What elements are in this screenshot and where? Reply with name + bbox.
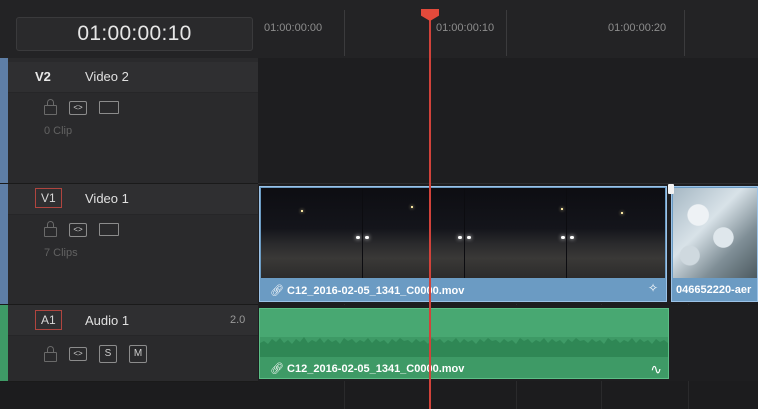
clip-count: 0 Clip	[44, 125, 73, 137]
track-header-a1: A1 Audio 1 2.0 <> S M	[0, 305, 258, 382]
playhead-line[interactable]	[429, 14, 431, 409]
link-icon: 🔗︎	[270, 285, 284, 297]
ruler-tick	[506, 10, 507, 56]
clip-name: 046652220-aer	[676, 284, 752, 296]
audio-clip[interactable]: 🔗︎ C12_2016-02-05_1341_C0000.mov ∿	[259, 308, 669, 379]
video-clip[interactable]: 🔗︎ C12_2016-02-05_1341_C0000.mov ✧	[259, 186, 667, 302]
solo-button[interactable]: S	[99, 345, 117, 363]
channel-format: 2.0	[230, 314, 246, 326]
lock-icon[interactable]	[44, 221, 57, 237]
timecode-panel: 01:00:00:10	[0, 0, 258, 58]
curve-icon[interactable]: ∿	[650, 361, 662, 378]
track-accent	[0, 305, 8, 381]
timecode-display[interactable]: 01:00:00:10	[16, 17, 253, 51]
track-name[interactable]: Video 2	[85, 69, 129, 84]
lock-icon[interactable]	[44, 99, 57, 115]
track-header-v2: V2 Video 2 <> 0 Clip	[0, 58, 258, 184]
film-strip-icon[interactable]	[99, 223, 119, 236]
film-strip-icon[interactable]	[99, 101, 119, 114]
clip-count: 7 Clips	[44, 247, 78, 259]
clip-thumbnail	[261, 188, 665, 278]
track-name[interactable]: Audio 1	[85, 313, 129, 328]
auto-select-icon[interactable]: <>	[69, 222, 87, 237]
link-icon: 🔗︎	[270, 363, 284, 375]
audio-waveform	[260, 337, 668, 357]
clip-edit-handle[interactable]	[668, 184, 674, 194]
clip-thumbnail	[673, 188, 757, 278]
lock-icon[interactable]	[44, 345, 57, 362]
mute-button[interactable]: M	[129, 345, 147, 363]
clip-name-text: C12_2016-02-05_1341_C0000.mov	[287, 285, 465, 297]
lane-v2[interactable]	[258, 58, 758, 184]
track-badge: V2	[35, 69, 51, 84]
track-badge[interactable]: V1	[35, 188, 62, 208]
track-accent	[0, 184, 8, 304]
track-header-v1: V1 Video 1 <> 7 Clips	[0, 184, 258, 305]
clip-name-text: C12_2016-02-05_1341_C0000.mov	[287, 363, 465, 375]
video-clip[interactable]: 046652220-aer	[671, 186, 758, 302]
track-name[interactable]: Video 1	[85, 191, 129, 206]
ruler-label: 01:00:00:20	[608, 22, 667, 34]
ruler-label: 01:00:00:00	[264, 22, 323, 34]
track-accent	[0, 58, 8, 183]
auto-select-icon[interactable]: <>	[69, 100, 87, 115]
auto-select-icon[interactable]: <>	[69, 347, 87, 361]
sparkle-fx-icon[interactable]: ✧	[648, 281, 658, 295]
clip-name: 🔗︎ C12_2016-02-05_1341_C0000.mov	[270, 362, 464, 375]
track-badge[interactable]: A1	[35, 310, 62, 330]
ruler-label: 01:00:00:10	[436, 22, 495, 34]
ruler-tick	[684, 10, 685, 56]
timeline-ruler[interactable]: 01:00:00:00 01:00:00:10 01:00:00:20	[258, 0, 758, 59]
clip-name: 🔗︎ C12_2016-02-05_1341_C0000.mov	[270, 284, 464, 297]
ruler-tick	[344, 10, 345, 56]
